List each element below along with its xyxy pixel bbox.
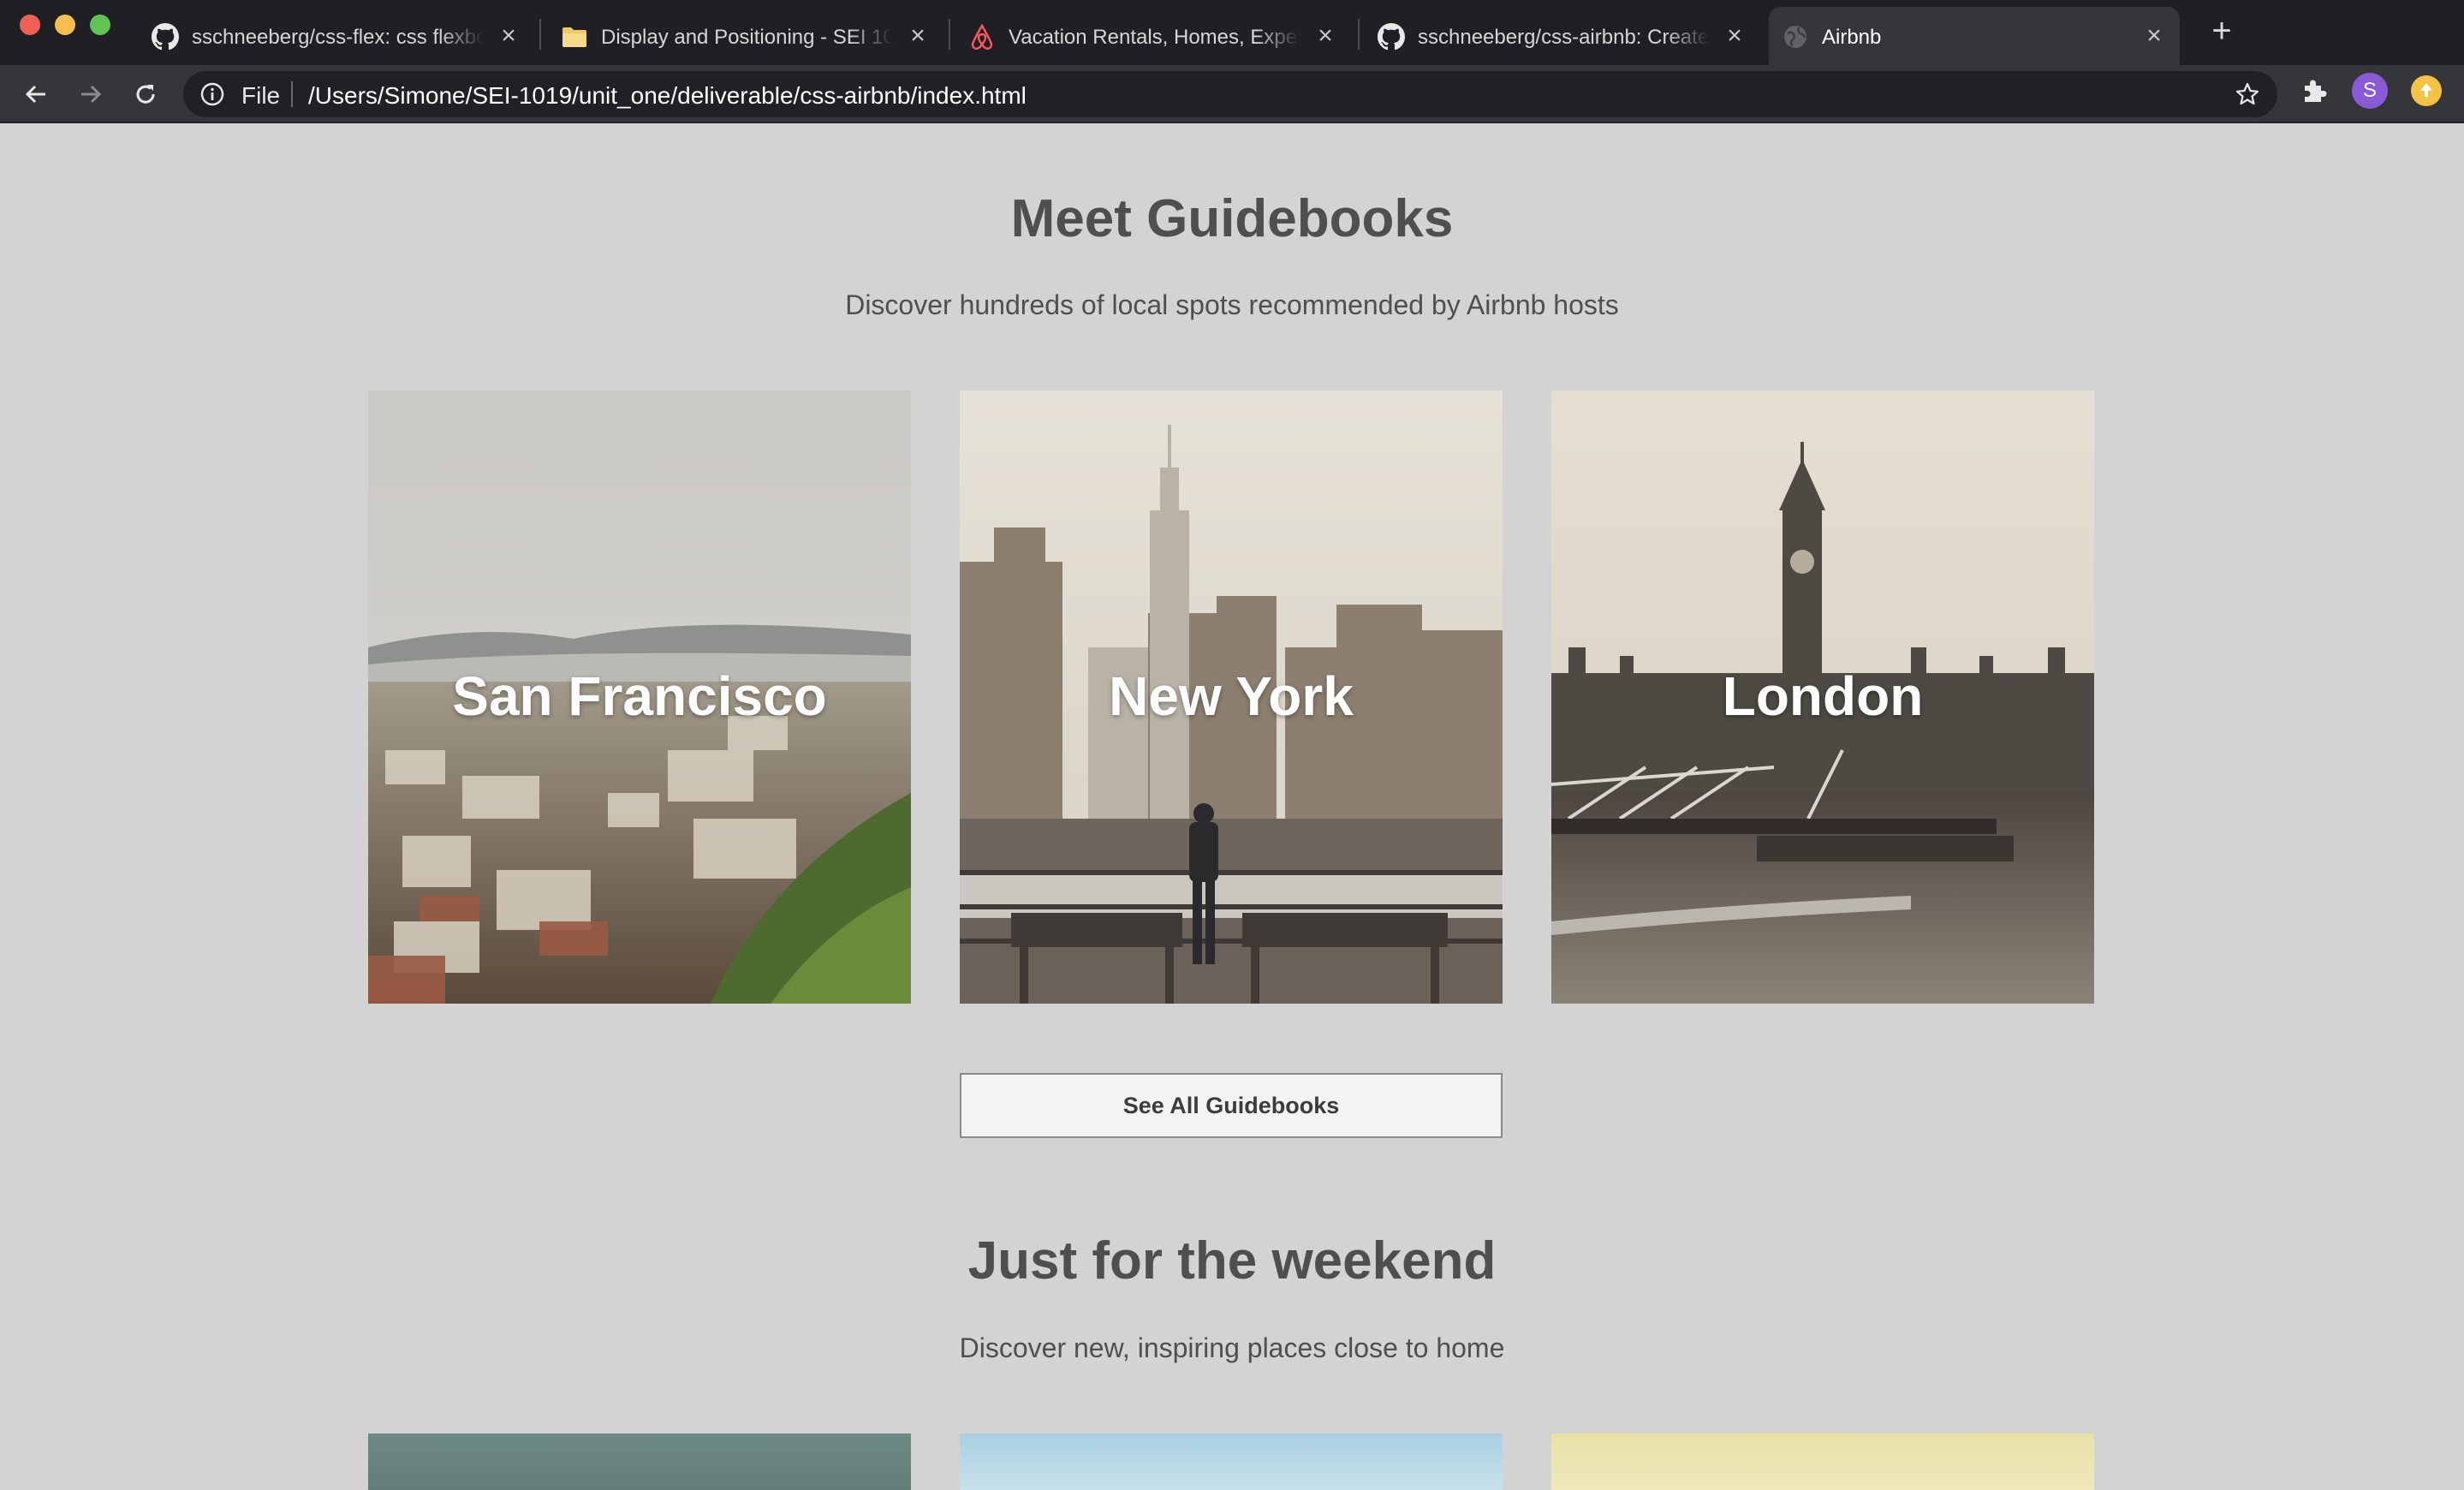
arrow-right-icon <box>81 85 102 104</box>
guidebooks-subtitle: Discover hundreds of local spots recomme… <box>845 289 1619 320</box>
city-name: New York <box>1109 665 1354 727</box>
minimize-window-button[interactable] <box>55 15 75 35</box>
tab-title: sschneeberg/css-flex: css flexbox <box>192 26 483 49</box>
weekend-subtitle: Discover new, inspiring places close to … <box>959 1332 1505 1363</box>
profile-avatar[interactable]: S <box>2352 73 2388 109</box>
tab-title: Airbnb <box>1822 26 1882 49</box>
globe-icon <box>1781 22 1810 51</box>
weekend-card-1[interactable] <box>368 1433 911 1490</box>
tab-airbnb-rentals[interactable]: Vacation Rentals, Homes, Experiences × <box>955 7 1351 65</box>
omnibox-divider <box>291 81 293 107</box>
city-name: San Francisco <box>452 665 827 727</box>
see-all-guidebooks-button[interactable]: See All Guidebooks <box>960 1073 1503 1138</box>
guidebooks-title: Meet Guidebooks <box>1010 189 1454 248</box>
forward-button[interactable] <box>74 77 108 111</box>
tab-css-airbnb[interactable]: sschneeberg/css-airbnb: Create × <box>1365 7 1760 65</box>
guidebook-card-new-york[interactable]: New York <box>960 390 1503 1004</box>
info-icon[interactable] <box>200 82 224 106</box>
tab-separator <box>949 19 950 50</box>
tab-separator <box>539 19 541 50</box>
page-content: Meet Guidebooks Discover hundreds of loc… <box>0 125 2464 1490</box>
url-text[interactable]: /Users/Simone/SEI-1019/unit_one/delivera… <box>308 82 1027 110</box>
github-icon <box>1377 22 1406 51</box>
tab-display-positioning[interactable]: Display and Positioning - SEI 1019 × <box>548 7 943 65</box>
update-icon[interactable] <box>2411 75 2442 106</box>
guidebook-card-san-francisco[interactable]: San Francisco <box>368 390 911 1004</box>
url-scheme-label: File <box>241 82 281 109</box>
tab-title: sschneeberg/css-airbnb: Create <box>1418 26 1709 49</box>
toolbar: File /Users/Simone/SEI-1019/unit_one/del… <box>0 65 2464 123</box>
tab-css-flex[interactable]: sschneeberg/css-flex: css flexbox × <box>139 7 534 65</box>
back-button[interactable] <box>19 77 53 111</box>
new-tab-button[interactable]: + <box>2202 12 2241 51</box>
arrow-left-icon <box>25 85 45 104</box>
weekend-card-3[interactable] <box>1551 1433 2094 1490</box>
tab-strip: sschneeberg/css-flex: css flexbox × Disp… <box>0 0 2464 65</box>
address-bar[interactable]: File /Users/Simone/SEI-1019/unit_one/del… <box>183 71 2277 117</box>
reload-button[interactable] <box>128 77 163 111</box>
weekend-title: Just for the weekend <box>967 1231 1497 1290</box>
tab-close-icon[interactable]: × <box>2142 23 2166 49</box>
city-name: London <box>1722 665 1924 727</box>
tab-title: Display and Positioning - SEI 1019 <box>601 26 892 49</box>
bookmark-star-icon[interactable] <box>2235 81 2260 107</box>
tab-separator <box>1358 19 1360 50</box>
extensions-puzzle-icon[interactable] <box>2300 76 2329 105</box>
weekend-card-2[interactable] <box>960 1433 1503 1490</box>
tab-close-icon[interactable]: × <box>906 23 930 49</box>
reload-icon <box>136 85 155 104</box>
tab-close-icon[interactable]: × <box>1723 23 1747 49</box>
github-icon <box>151 22 180 51</box>
folder-icon <box>560 22 589 51</box>
airbnb-icon <box>967 22 997 51</box>
guidebook-card-london[interactable]: London <box>1551 390 2094 1004</box>
tab-close-icon[interactable]: × <box>497 23 521 49</box>
tab-title: Vacation Rentals, Homes, Experiences <box>1009 26 1300 49</box>
close-window-button[interactable] <box>20 15 40 35</box>
tab-close-icon[interactable]: × <box>1313 23 1337 49</box>
zoom-window-button[interactable] <box>90 15 110 35</box>
tab-airbnb[interactable]: Airbnb × <box>1769 7 2180 65</box>
